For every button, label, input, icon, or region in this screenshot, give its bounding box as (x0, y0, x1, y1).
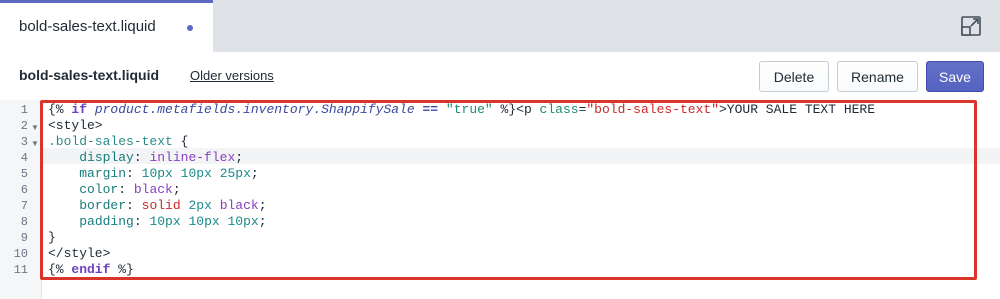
fold-arrow-icon[interactable]: ▼ (31, 139, 39, 148)
line-number: 5 (20, 167, 28, 181)
code-editor[interactable]: 1 2 3 4 5 6 7 8 9 10 11 ▼ ▼ {% if produc… (0, 100, 1000, 299)
code-line: <style> (48, 118, 103, 133)
code-line: .bold-sales-text { (48, 134, 189, 149)
line-number-gutter: 1 2 3 4 5 6 7 8 9 10 11 ▼ ▼ (0, 100, 42, 299)
file-header: bold-sales-text.liquid Older versions De… (0, 52, 1000, 98)
line-number: 2 (20, 119, 28, 133)
line-number: 7 (20, 199, 28, 213)
rename-button[interactable]: Rename (837, 61, 918, 92)
line-number: 10 (13, 247, 28, 261)
line-number: 4 (20, 151, 28, 165)
tab-bold-sales-text[interactable]: bold-sales-text.liquid (0, 0, 213, 52)
code-content[interactable]: {% if product.metafields.inventory.Shapp… (48, 102, 996, 282)
code-line: display: inline-flex; (79, 150, 244, 165)
tab-bar: bold-sales-text.liquid (0, 0, 1000, 52)
line-number: 3 (20, 135, 28, 149)
code-line: color: black; (79, 182, 181, 197)
older-versions-link[interactable]: Older versions (190, 68, 274, 83)
line-number: 8 (20, 215, 28, 229)
line-number: 9 (20, 231, 28, 245)
unsaved-indicator (187, 25, 193, 31)
fold-arrow-icon[interactable]: ▼ (31, 123, 39, 132)
file-title: bold-sales-text.liquid (19, 67, 160, 83)
code-line: } (48, 230, 56, 245)
save-button[interactable]: Save (926, 61, 984, 92)
delete-button[interactable]: Delete (759, 61, 829, 92)
code-line: {% if product.metafields.inventory.Shapp… (48, 102, 876, 117)
code-line: border: solid 2px black; (79, 198, 267, 213)
code-line: padding: 10px 10px 10px; (79, 214, 267, 229)
tab-label: bold-sales-text.liquid (19, 18, 156, 35)
line-number: 1 (20, 103, 28, 117)
expand-icon[interactable] (959, 14, 983, 38)
code-line: {% endif %} (48, 262, 134, 277)
line-number: 11 (13, 263, 28, 277)
line-number: 6 (20, 183, 28, 197)
code-line: </style> (48, 246, 111, 261)
code-line: margin: 10px 10px 25px; (79, 166, 259, 181)
